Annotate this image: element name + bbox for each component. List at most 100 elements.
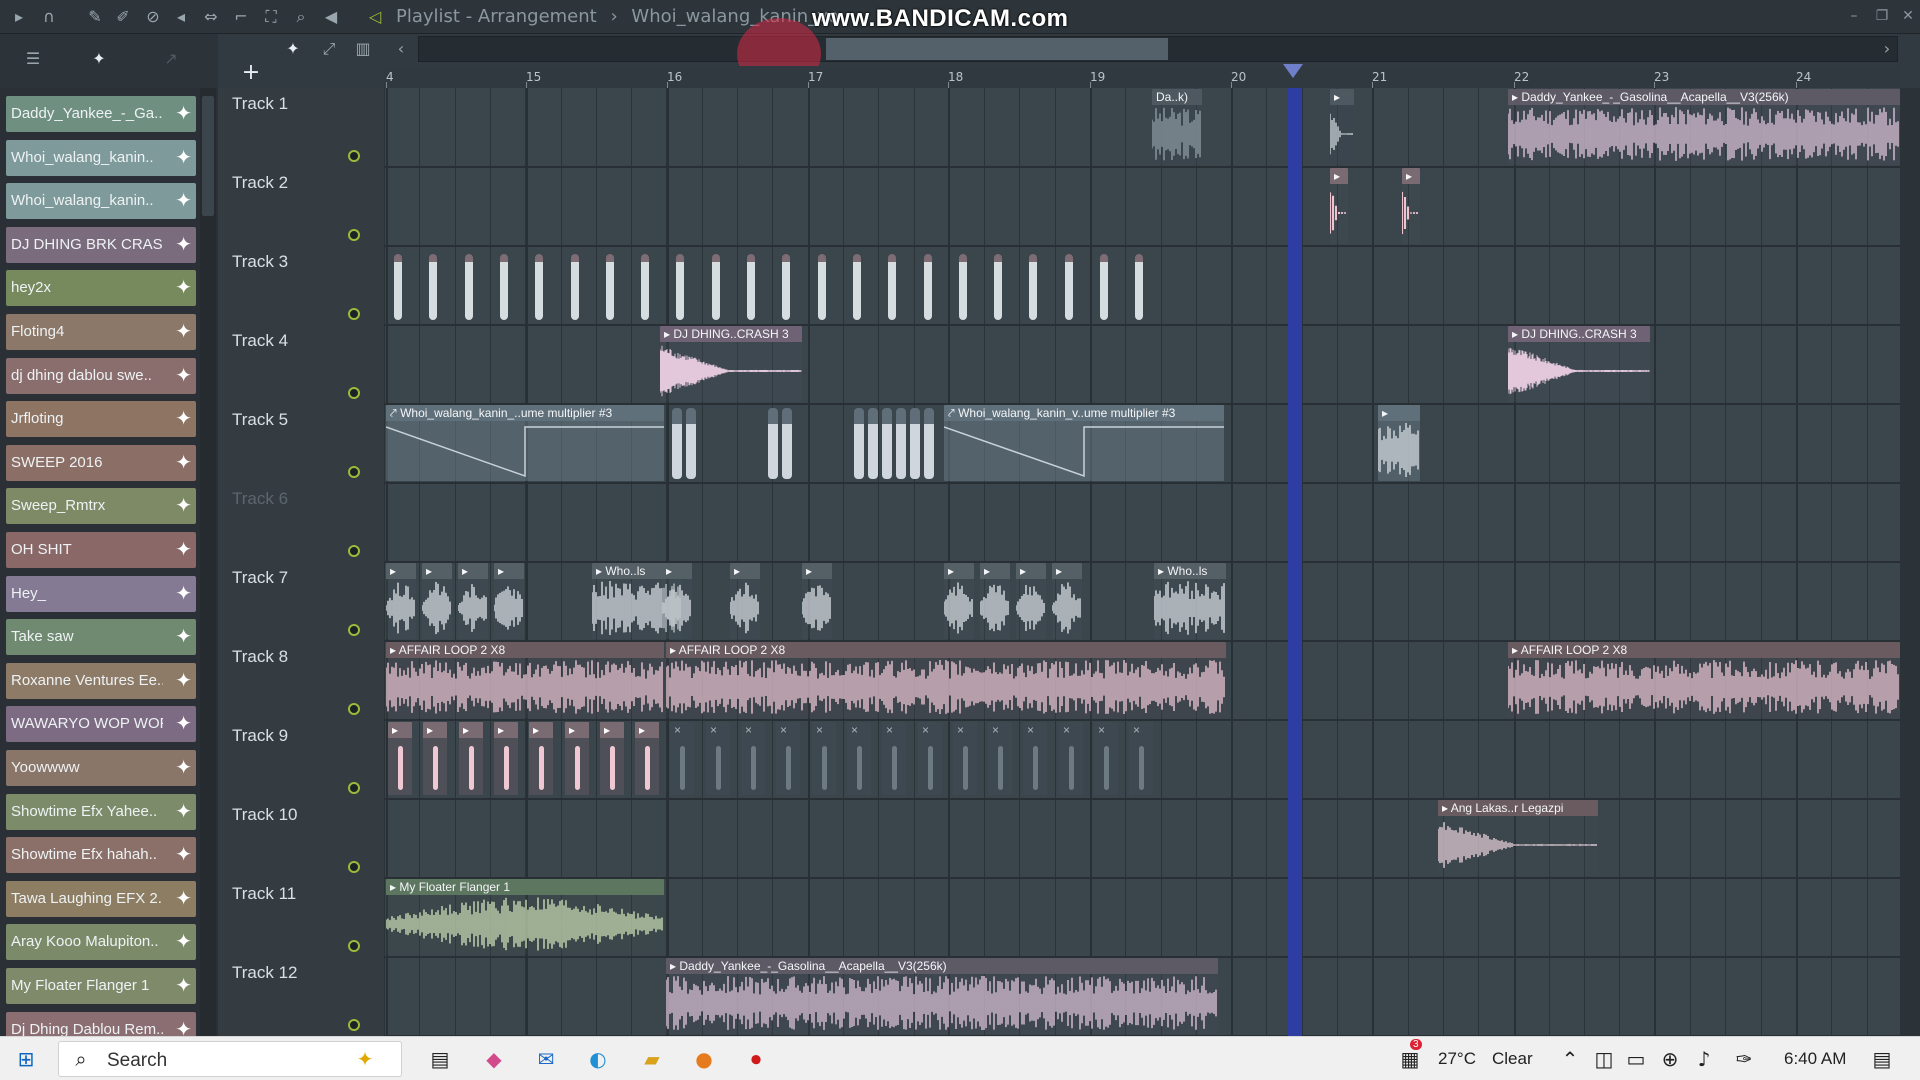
weather-desc[interactable]: Clear <box>1492 1049 1533 1069</box>
track-mute-led[interactable] <box>348 545 360 557</box>
audio-clip[interactable] <box>641 254 649 320</box>
audio-clip[interactable] <box>1100 254 1108 320</box>
audio-clip[interactable]: ▸ <box>1402 168 1420 244</box>
audio-clip[interactable]: ▸ <box>1330 89 1354 165</box>
audio-clip[interactable]: ▸ <box>600 722 624 795</box>
track-mute-led[interactable] <box>348 861 360 873</box>
audio-clip[interactable] <box>1065 254 1073 320</box>
close-icon[interactable]: ✕ <box>1898 6 1918 26</box>
audio-clip[interactable]: ▸ <box>662 563 692 639</box>
picker-item[interactable]: SWEEP 2016 ✦ <box>6 444 196 481</box>
audio-clip[interactable]: × <box>882 722 906 795</box>
audio-clip[interactable]: × <box>776 722 800 795</box>
audio-clip[interactable]: ▸ <box>459 722 483 795</box>
timeline-ruler[interactable]: 4 15 16 17 18 19 20 21 22 23 24 <box>384 66 1900 88</box>
audio-clip[interactable]: ▸ <box>1378 405 1420 481</box>
file-explorer-icon[interactable]: ▰ <box>638 1045 666 1073</box>
picker-view-icon[interactable]: ☰ <box>22 48 44 70</box>
audio-clip[interactable]: ▸ DJ DHING..CRASH 3 <box>660 326 802 402</box>
audio-clip[interactable] <box>606 254 614 320</box>
audio-clip[interactable] <box>910 408 920 479</box>
audio-clip[interactable]: ▸ <box>388 722 412 795</box>
copilot-icon[interactable]: ◆ <box>480 1045 508 1073</box>
audio-clip[interactable]: ▸ <box>386 563 416 639</box>
audio-clip[interactable]: ▸ <box>1330 168 1348 244</box>
audio-clip[interactable] <box>465 254 473 320</box>
audio-clip[interactable] <box>854 408 864 479</box>
track-mute-led[interactable] <box>348 782 360 794</box>
audio-clip[interactable] <box>868 408 878 479</box>
track-header-label[interactable]: Track 9 <box>232 726 288 746</box>
audio-clip[interactable] <box>712 254 720 320</box>
audio-clip[interactable]: × <box>847 722 871 795</box>
audio-clip[interactable]: × <box>953 722 977 795</box>
picker-scroll-thumb[interactable] <box>202 96 214 216</box>
audio-clip[interactable] <box>924 254 932 320</box>
task-view-icon[interactable]: ▤ <box>426 1045 454 1073</box>
pencil-icon[interactable]: ✎ <box>84 6 106 28</box>
audio-clip[interactable] <box>888 254 896 320</box>
network-icon[interactable]: ⊕ <box>1656 1045 1684 1073</box>
track-header-label[interactable]: Track 4 <box>232 331 288 351</box>
audio-clip[interactable]: × <box>1059 722 1083 795</box>
battery-icon[interactable]: ▭ <box>1622 1045 1650 1073</box>
audio-clip[interactable]: Da..k) <box>1152 89 1202 165</box>
track-header-label[interactable]: Track 12 <box>232 963 298 983</box>
audio-clip[interactable]: ▸ AFFAIR LOOP 2 X8 <box>1508 642 1900 718</box>
picker-item[interactable]: Aray Kooo Malupiton.. ✦ <box>6 924 196 961</box>
audio-clip[interactable]: ▸ Daddy_Yankee_-_Gasolina__Acapella__V3(… <box>1508 89 1900 165</box>
audio-clip[interactable]: ▸ <box>730 563 760 639</box>
track-header-label[interactable]: Track 7 <box>232 568 288 588</box>
slice-icon[interactable]: ⌐ <box>230 6 252 28</box>
scroll-left-icon[interactable]: ‹ <box>390 38 412 60</box>
picker-item[interactable]: Jrflоting ✦ <box>6 401 196 438</box>
mute-icon[interactable]: ◂ <box>170 6 192 28</box>
playlist-grid[interactable]: Da..k) ▸ ▸ Daddy_Yankee_-_Gasolina__Acape… <box>384 88 1900 1036</box>
picker-item[interactable]: Whoi_walang_kanin.. ✦ <box>6 183 196 220</box>
fl-studio-icon[interactable]: ● <box>690 1045 718 1073</box>
clock[interactable]: 6:40 AM <box>1784 1049 1846 1069</box>
picker-item[interactable]: Floting4 ✦ <box>6 314 196 350</box>
audio-clip[interactable] <box>1029 254 1037 320</box>
track-mute-led[interactable] <box>348 308 360 320</box>
audio-clip[interactable] <box>882 408 892 479</box>
edge-icon[interactable]: ◐ <box>584 1045 612 1073</box>
audio-clip[interactable]: ▸ My Floater Flanger 1 <box>386 879 664 955</box>
brush-icon[interactable]: ✐ <box>112 6 134 28</box>
audio-clip[interactable]: ▸ <box>422 563 452 639</box>
audio-clip[interactable] <box>686 408 696 479</box>
audio-clip[interactable]: × <box>918 722 942 795</box>
outlook-icon[interactable]: ✉ <box>532 1045 560 1073</box>
picker-item[interactable]: Roxanne Ventures Ee.. ✦ <box>6 662 196 699</box>
audio-clip[interactable]: ▸ Who..ls <box>1154 563 1226 639</box>
audio-clip[interactable] <box>571 254 579 320</box>
track-mute-led[interactable] <box>348 387 360 399</box>
audio-clip[interactable]: × <box>812 722 836 795</box>
audio-clip[interactable] <box>429 254 437 320</box>
minimize-icon[interactable]: – <box>1844 6 1864 26</box>
chevron-up-icon[interactable]: ⌃ <box>1556 1045 1584 1073</box>
audio-clip[interactable]: × <box>1129 722 1153 795</box>
track-mute-led[interactable] <box>348 229 360 241</box>
audio-clip[interactable]: ▸ <box>458 563 488 639</box>
picker-item[interactable]: My Floater Flanger 1 ✦ <box>6 968 196 1004</box>
picker-item[interactable]: Sweep_Rmtrx ✦ <box>6 488 196 525</box>
audio-clip[interactable]: × <box>741 722 765 795</box>
audio-clip[interactable] <box>924 408 934 479</box>
audio-clip[interactable]: ▸ <box>565 722 589 795</box>
volume-icon[interactable]: ♪ <box>1690 1045 1718 1073</box>
track-header-label[interactable]: Track 8 <box>232 647 288 667</box>
picker-item[interactable]: OH SHIT ✦ <box>6 532 196 568</box>
audio-clip[interactable] <box>394 254 402 320</box>
pen-icon[interactable]: ✑ <box>1730 1045 1758 1073</box>
maximize-icon[interactable]: ❐ <box>1872 6 1892 26</box>
audio-clip[interactable]: ▸ <box>494 722 518 795</box>
picker-item[interactable]: DJ DHING BRK CRASH 3 ✦ <box>6 226 196 263</box>
stack-icon[interactable]: ▥ <box>352 38 374 60</box>
automation-clip[interactable]: ⤤ Whoi_walang_kanin_v..ume multiplier #3 <box>944 405 1224 481</box>
audio-clip[interactable]: ▸ <box>529 722 553 795</box>
track-mute-led[interactable] <box>348 150 360 162</box>
picker-item[interactable]: dj dhing dablou swe.. ✦ <box>6 357 196 394</box>
link-icon[interactable]: ⤢ <box>318 38 340 60</box>
audio-clip[interactable] <box>500 254 508 320</box>
